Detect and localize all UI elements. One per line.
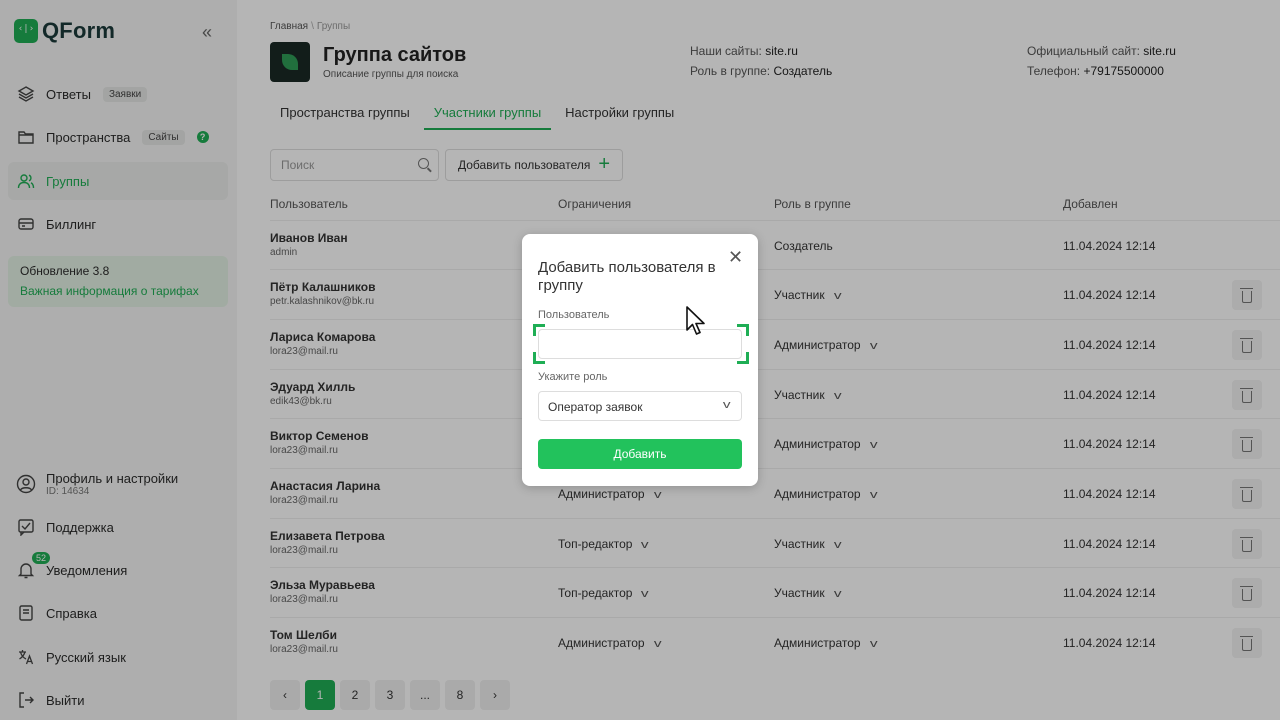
chevron-down-icon: v [722,399,731,411]
focus-corner [533,324,545,336]
add-user-modal: Добавить пользователя в группу ✕ Пользов… [522,234,758,486]
role-select[interactable]: Оператор заявок v [538,391,742,421]
focus-corner [737,352,749,364]
user-field-label: Пользователь [538,309,610,321]
user-field[interactable] [538,329,742,359]
focus-corner [737,324,749,336]
close-icon[interactable]: ✕ [728,247,743,268]
modal-title: Добавить пользователя в группу [538,259,716,294]
add-button[interactable]: Добавить [538,439,742,469]
role-field-label: Укажите роль [538,371,608,383]
role-select-value: Оператор заявок [548,400,643,414]
focus-corner [533,352,545,364]
